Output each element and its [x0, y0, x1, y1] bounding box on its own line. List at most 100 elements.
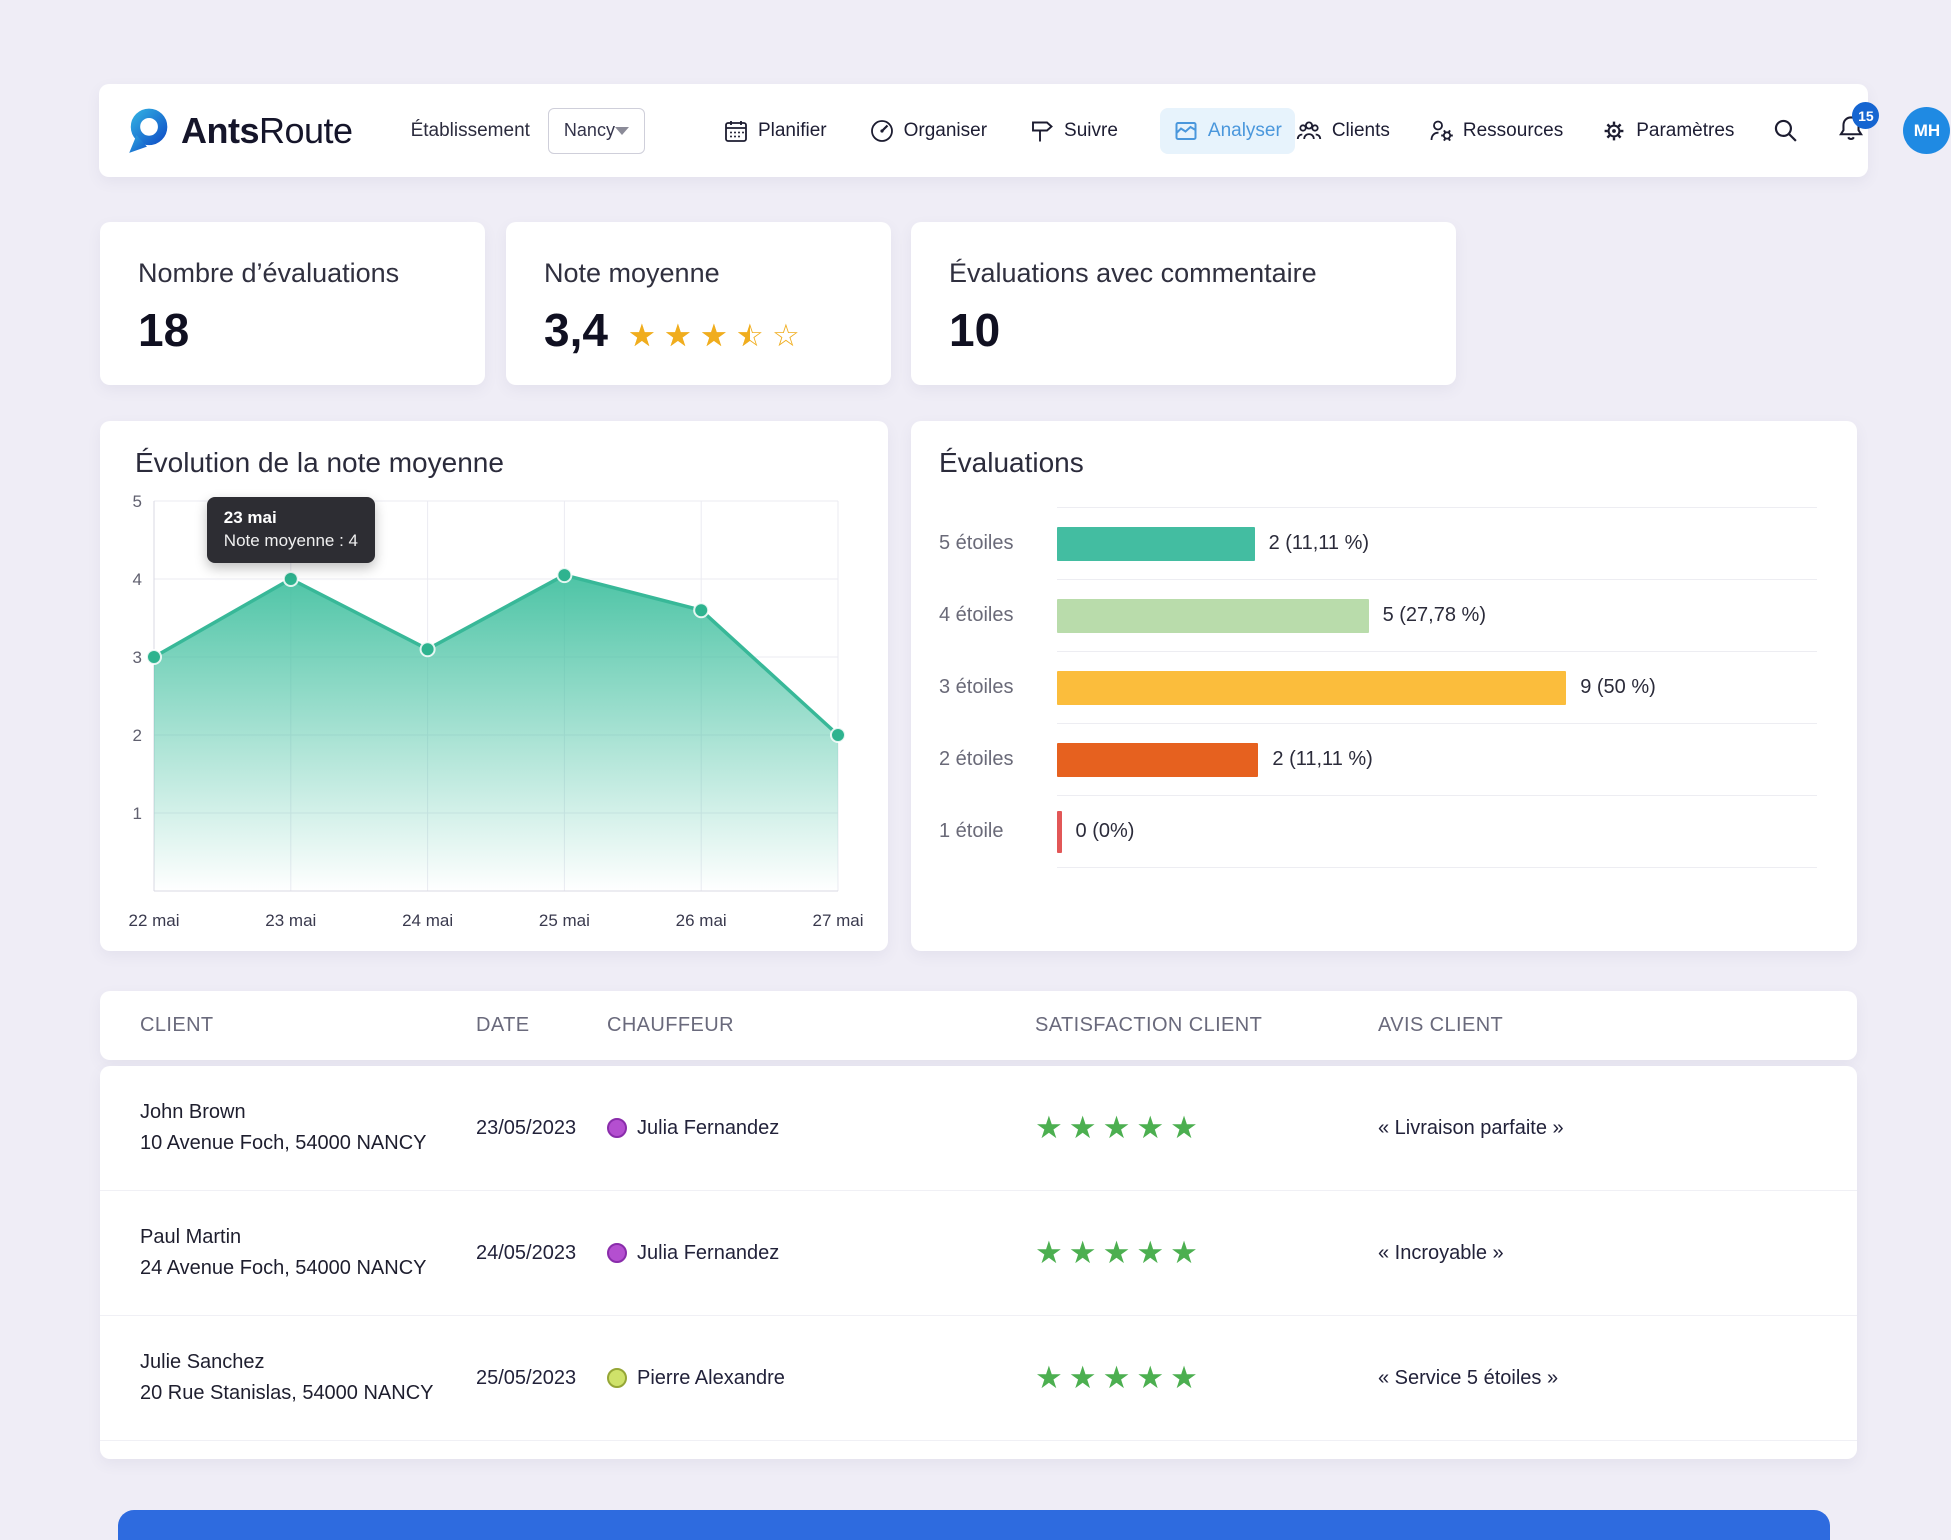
- bar-track: 2 (11,11 %): [1057, 723, 1817, 795]
- stat-card-average-rating: Note moyenne 3,4 ☆★☆★☆★☆★☆★: [506, 222, 891, 385]
- driver-cell: Julia Fernandez: [607, 1117, 1035, 1140]
- bar-track: 9 (50 %): [1057, 651, 1817, 723]
- bar-track: 5 (27,78 %): [1057, 579, 1817, 651]
- brand-logo[interactable]: AntsRoute: [125, 107, 353, 155]
- bar-chart-baseline: [1057, 867, 1817, 868]
- star-icon: ☆★: [664, 319, 700, 353]
- review-text: « Incroyable »: [1378, 1242, 1831, 1265]
- table-row: John Brown10 Avenue Foch, 54000 NANCY23/…: [100, 1066, 1857, 1191]
- establishment-value: Nancy: [564, 120, 615, 141]
- bar-chart: 5 étoiles 2 (11,11 %) 4 étoiles 5 (27,78 %)…: [939, 507, 1817, 868]
- reviews-table: John Brown10 Avenue Foch, 54000 NANCY23/…: [100, 1066, 1857, 1459]
- client-cell: Julie Sanchez20 Rue Stanislas, 54000 NAN…: [140, 1347, 476, 1409]
- client-cell: John Brown10 Avenue Foch, 54000 NANCY: [140, 1097, 476, 1159]
- ride-date: 25/05/2023: [476, 1367, 607, 1390]
- client-name: Julie Sanchez: [140, 1347, 476, 1378]
- resources-icon: [1428, 118, 1454, 144]
- svg-text:1: 1: [133, 804, 142, 823]
- bar: [1057, 599, 1369, 633]
- svg-text:2: 2: [133, 726, 142, 745]
- svg-text:26 mai: 26 mai: [676, 911, 727, 930]
- nav-item-suivre[interactable]: Suivre: [1029, 118, 1118, 144]
- bar: [1057, 743, 1258, 777]
- bar-category-label: 4 étoiles: [939, 579, 1057, 651]
- svg-text:27 mai: 27 mai: [812, 911, 863, 930]
- search-icon: [1772, 117, 1799, 144]
- stat-card-commented-evaluations: Évaluations avec commentaire 10: [911, 222, 1456, 385]
- review-text: « Livraison parfaite »: [1378, 1117, 1831, 1140]
- driver-name: Julia Fernandez: [637, 1242, 779, 1265]
- clients-icon: [1295, 118, 1323, 144]
- star-icon: ☆★: [700, 319, 736, 353]
- stat-value: 3,4: [544, 303, 608, 357]
- satisfaction-stars: ★★★★★: [1035, 1238, 1378, 1269]
- svg-text:4: 4: [133, 570, 142, 589]
- notification-badge: 15: [1852, 102, 1879, 129]
- column-header-chauffeur: CHAUFFEUR: [607, 1014, 1035, 1037]
- svg-text:25 mai: 25 mai: [539, 911, 590, 930]
- column-header-date: DATE: [476, 1014, 607, 1037]
- chevron-down-icon: [615, 127, 629, 135]
- nav-item-planifier[interactable]: Planifier: [723, 118, 827, 144]
- satisfaction-stars: ★★★★★: [1035, 1363, 1378, 1394]
- establishment-label: Établissement: [411, 120, 530, 142]
- main-nav: Planifier Organiser Suivre Analyser: [723, 108, 1295, 154]
- bar-row: 2 étoiles 2 (11,11 %): [939, 723, 1817, 795]
- bar-row: 3 étoiles9 (50 %): [939, 651, 1817, 723]
- bar-category-label: 1 étoile: [939, 795, 1057, 867]
- bar-row: 1 étoile0 (0%): [939, 795, 1817, 867]
- star-icon: ☆★: [628, 319, 664, 353]
- stat-value: 10: [949, 303, 1418, 357]
- column-header-satisfaction: SATISFACTION CLIENT: [1035, 1014, 1378, 1037]
- nav-item-analyser[interactable]: Analyser: [1160, 108, 1295, 154]
- client-cell: Paul Martin24 Avenue Foch, 54000 NANCY: [140, 1222, 476, 1284]
- stat-value: 18: [138, 303, 447, 357]
- line-chart-svg: 1234522 mai23 mai24 mai25 mai26 mai27 ma…: [120, 485, 868, 937]
- nav-item-clients[interactable]: Clients: [1295, 118, 1390, 144]
- svg-text:3: 3: [133, 648, 142, 667]
- driver-dot: [607, 1243, 627, 1263]
- bar-row: 4 étoiles 5 (27,78 %): [939, 579, 1817, 651]
- nav-item-organiser[interactable]: Organiser: [869, 118, 987, 144]
- table-row: Paul Martin24 Avenue Foch, 54000 NANCY24…: [100, 1191, 1857, 1316]
- bar-category-label: 2 étoiles: [939, 723, 1057, 795]
- column-header-client: CLIENT: [140, 1014, 476, 1037]
- stat-title: Nombre d’évaluations: [138, 258, 447, 289]
- svg-text:22 mai: 22 mai: [128, 911, 179, 930]
- bar-row: 5 étoiles 2 (11,11 %): [939, 507, 1817, 579]
- bar: [1057, 811, 1062, 853]
- bar-value: 2 (11,11 %): [1269, 532, 1369, 555]
- driver-dot: [607, 1368, 627, 1388]
- calendar-icon: [723, 118, 749, 144]
- driver-name: Julia Fernandez: [637, 1117, 779, 1140]
- establishment-select[interactable]: Nancy: [548, 108, 645, 154]
- star-icon: ☆★: [772, 319, 808, 353]
- client-name: Paul Martin: [140, 1222, 476, 1253]
- line-chart: 1234522 mai23 mai24 mai25 mai26 mai27 ma…: [120, 485, 868, 942]
- avatar[interactable]: MH: [1903, 107, 1950, 154]
- bar-value: 2 (11,11 %): [1272, 748, 1372, 771]
- review-text: « Service 5 étoiles »: [1378, 1367, 1831, 1390]
- nav-item-ressources[interactable]: Ressources: [1428, 118, 1563, 144]
- driver-name: Pierre Alexandre: [637, 1367, 785, 1390]
- search-button[interactable]: [1772, 117, 1799, 144]
- top-navigation-bar: AntsRoute Établissement Nancy Planifier …: [99, 84, 1868, 177]
- notifications-button[interactable]: 15: [1837, 114, 1865, 147]
- nav-item-parametres[interactable]: Paramètres: [1601, 118, 1734, 144]
- client-address: 10 Avenue Foch, 54000 NANCY: [140, 1128, 476, 1159]
- bar-category-label: 5 étoiles: [939, 507, 1057, 579]
- client-name: John Brown: [140, 1097, 476, 1128]
- client-address: 20 Rue Stanislas, 54000 NANCY: [140, 1378, 476, 1409]
- bar-value: 5 (27,78 %): [1383, 604, 1486, 627]
- signpost-icon: [1029, 118, 1055, 144]
- stat-title: Note moyenne: [544, 258, 853, 289]
- driver-cell: Pierre Alexandre: [607, 1367, 1035, 1390]
- bar-track: 0 (0%): [1057, 795, 1817, 867]
- table-row: Julie Sanchez20 Rue Stanislas, 54000 NAN…: [100, 1316, 1857, 1441]
- ride-date: 24/05/2023: [476, 1242, 607, 1265]
- ride-date: 23/05/2023: [476, 1117, 607, 1140]
- star-icon: ☆★: [736, 319, 772, 353]
- rating-stars: ☆★☆★☆★☆★☆★: [628, 303, 808, 357]
- satisfaction-stars: ★★★★★: [1035, 1113, 1378, 1144]
- stat-card-evaluation-count: Nombre d’évaluations 18: [100, 222, 485, 385]
